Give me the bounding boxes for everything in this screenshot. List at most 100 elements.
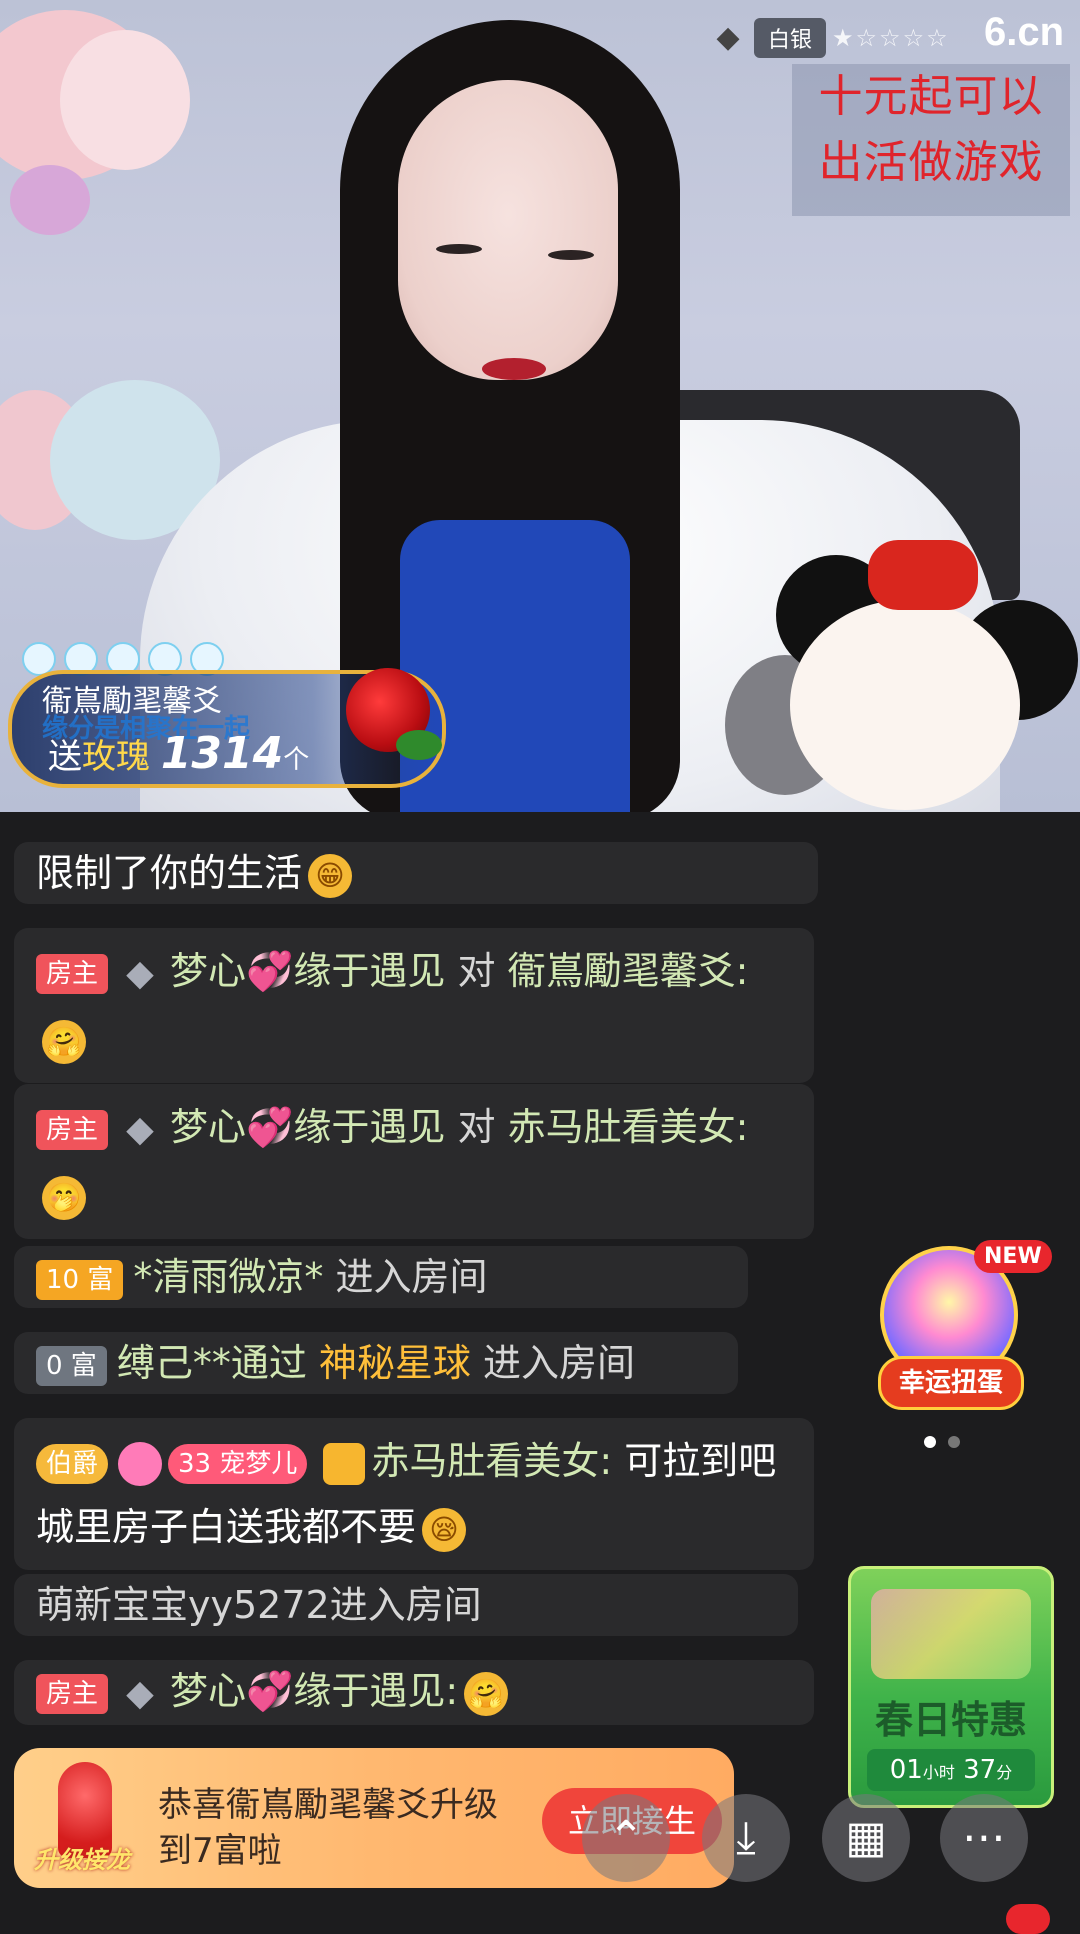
notice-text: 恭喜衞嶌勵毣馨爻升级到7富啦: [158, 1785, 498, 1871]
minnie-toy: [790, 600, 1020, 810]
balloon: [60, 30, 190, 170]
username-part: 梦心: [170, 949, 247, 993]
site-logo: 6.cn: [984, 10, 1065, 54]
timer-minutes: 37: [963, 1755, 997, 1785]
grid-icon: ▦: [845, 1812, 887, 1863]
grin-emoji-icon: 😁: [308, 853, 353, 898]
chat-message: 房主 ◆ 梦心💞缘于遇见: 🤗: [14, 1660, 814, 1725]
to-word: 对: [457, 949, 496, 993]
rank-stars: ★☆☆☆☆: [832, 24, 950, 52]
fan-level: 33: [178, 1448, 212, 1479]
download-icon: ⤓: [736, 1812, 756, 1863]
timer-hours-unit: 小时: [922, 1763, 955, 1782]
timer-minutes-unit: 分: [996, 1763, 1013, 1782]
red-dot-badge: [1006, 1904, 1050, 1934]
noble-badge: 伯爵: [36, 1443, 109, 1484]
heart-icon: 💞: [246, 1105, 294, 1149]
spring-sale-widget[interactable]: 春日特惠 01小时 37分: [848, 1566, 1054, 1808]
chat-message: 房主 ◆ 梦心💞缘于遇见 对 衞嶌勵毣馨爻: 🤗: [14, 928, 814, 1083]
rank-emblem-icon: ◆: [716, 20, 740, 55]
eye: [436, 244, 482, 254]
eye: [548, 250, 594, 260]
more-icon: ⋯: [962, 1812, 1006, 1863]
gacha-label: 幸运扭蛋: [878, 1356, 1024, 1410]
flower-decoration: [871, 1589, 1031, 1679]
hug-emoji-icon: 🤗: [42, 1020, 86, 1064]
more-button[interactable]: ⋯: [940, 1794, 1028, 1882]
rank-icon: ◆: [126, 1672, 154, 1714]
owner-badge: 房主: [36, 953, 109, 994]
heart-icon: 💞: [246, 1669, 294, 1713]
planet-link[interactable]: 神秘星球: [319, 1341, 471, 1385]
streamer-rank[interactable]: ◆ 白银 ★☆☆☆☆: [708, 18, 950, 58]
gift-line: 送玫瑰 1314个: [48, 728, 309, 779]
spring-sale-title: 春日特惠: [874, 1698, 1027, 1742]
chat-username[interactable]: 梦心💞缘于遇见: [170, 1105, 445, 1149]
page-dot: [948, 1436, 960, 1448]
timer-hours: 01: [889, 1755, 923, 1785]
rose-leaf: [396, 730, 442, 760]
rocket-label: 升级接龙: [34, 1846, 130, 1874]
lucky-gacha-widget[interactable]: NEW 幸运扭蛋: [878, 1240, 1052, 1420]
chat-action: 进入房间: [335, 1255, 488, 1299]
owner-badge: 房主: [36, 1673, 109, 1714]
user-card-icon: [323, 1442, 366, 1485]
gift-name: 玫瑰: [82, 737, 150, 777]
wealth-badge: 0 富: [36, 1345, 107, 1386]
apps-button[interactable]: ▦: [822, 1794, 910, 1882]
lips: [482, 358, 546, 380]
toy-bow: [868, 540, 978, 610]
chat-target[interactable]: 赤马肚看美女:: [508, 1105, 749, 1149]
promo-sign: 十元起可以 出活做游戏: [792, 64, 1070, 216]
to-word: 对: [457, 1105, 496, 1149]
chat-username[interactable]: 梦心💞缘于遇见: [170, 949, 445, 993]
chat-username[interactable]: *清雨微凉*: [133, 1255, 323, 1299]
username-part: 梦心: [170, 1669, 247, 1713]
heart-gem-icon: [118, 1441, 163, 1486]
heart-icon: 💞: [246, 949, 294, 993]
face: [398, 80, 618, 380]
chat-text: 限制了你的生活: [36, 851, 303, 895]
chat-target[interactable]: 衞嶌勵毣馨爻:: [508, 949, 749, 993]
teary-emoji-icon: 😪: [422, 1507, 467, 1552]
username-part: 梦心: [170, 1105, 247, 1149]
gift-count: 1314: [160, 728, 284, 779]
widget-page-dots: [924, 1436, 960, 1448]
gift-unit: 个: [283, 745, 310, 775]
fan-badge: 33 宠梦儿: [168, 1443, 308, 1484]
download-button[interactable]: ⤓: [702, 1794, 790, 1882]
countdown-timer: 01小时 37分: [867, 1749, 1035, 1791]
chat-message: 伯爵 33 宠梦儿 赤马肚看美女: 可拉到吧城里房子白送我都不要 😪: [14, 1418, 814, 1570]
page-dot: [924, 1436, 936, 1448]
share-icon: ⌃: [607, 1812, 645, 1863]
gift-sender: 衞嶌勵毣馨爻: [42, 684, 222, 719]
rank-label: 白银: [754, 18, 827, 58]
rank-icon: ◆: [126, 952, 154, 994]
fan-club: 宠梦儿: [219, 1448, 298, 1479]
chat-message: 限制了你的生活 😁: [14, 842, 818, 904]
chat-message: 10 富 *清雨微凉* 进入房间: [14, 1246, 748, 1308]
balloon: [10, 165, 90, 235]
giggle-emoji-icon: 🤭: [42, 1176, 86, 1220]
share-button[interactable]: ⌃: [582, 1794, 670, 1882]
chat-username[interactable]: 缚己**通过: [117, 1341, 307, 1385]
chat-message: 0 富缚己**通过 神秘星球 进入房间: [14, 1332, 738, 1394]
chat-message: 萌新宝宝yy5272进入房间: [14, 1574, 798, 1636]
hug-emoji-icon: 🤗: [464, 1671, 509, 1716]
owner-badge: 房主: [36, 1109, 109, 1150]
chat-username[interactable]: 梦心💞缘于遇见:: [170, 1669, 458, 1713]
rank-icon: ◆: [126, 1108, 154, 1150]
wealth-badge: 10 富: [36, 1259, 124, 1300]
rocket-icon: 升级接龙: [22, 1762, 142, 1882]
new-badge: NEW: [974, 1240, 1052, 1273]
chat-username[interactable]: 赤马肚看美女:: [371, 1439, 612, 1483]
username-part: 缘于遇见:: [293, 1669, 459, 1713]
gift-send-prefix: 送: [48, 737, 82, 777]
blue-sweater: [400, 520, 630, 812]
chat-action: 进入房间: [483, 1341, 636, 1385]
username-part: 缘于遇见: [293, 949, 446, 993]
chat-text: 萌新宝宝yy5272进入房间: [36, 1583, 482, 1627]
username-part: 缘于遇见: [293, 1105, 446, 1149]
promo-line: 十元起可以: [818, 71, 1044, 122]
promo-line: 出活做游戏: [818, 137, 1044, 188]
